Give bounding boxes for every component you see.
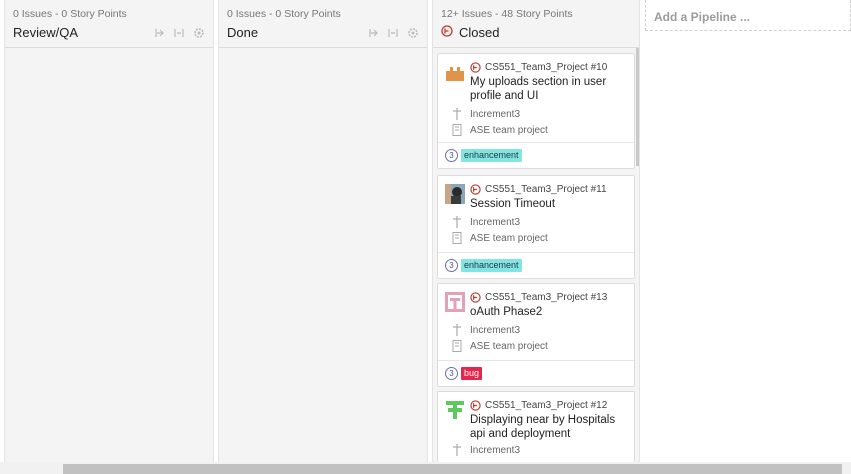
epic-row: ASE team project — [450, 230, 628, 246]
card-footer: 3 enhancement — [438, 142, 634, 168]
issue-number[interactable]: CS551_Team3_Project #12 — [485, 400, 607, 411]
issue-number[interactable]: CS551_Team3_Project #10 — [485, 62, 607, 73]
milestone-row: Increment3 — [450, 442, 628, 458]
photo-avatar-icon — [445, 184, 465, 204]
label-bug[interactable]: bug — [461, 367, 483, 380]
milestone-label: Increment3 — [470, 108, 521, 120]
gear-icon[interactable] — [407, 27, 419, 39]
green-identicon-icon — [445, 400, 465, 420]
milestone-label: Increment3 — [470, 216, 521, 228]
collapse-icon[interactable] — [367, 27, 379, 39]
pipeline-review-qa: 0 Issues - 0 Story Points Review/QA — [4, 0, 214, 462]
label-enhancement[interactable]: enhancement — [461, 259, 522, 272]
collapse-icon[interactable] — [153, 27, 165, 39]
milestone-icon — [450, 444, 464, 456]
epic-row: ASE team project — [450, 122, 628, 138]
issue-number[interactable]: CS551_Team3_Project #13 — [485, 292, 607, 303]
add-pipeline-button[interactable]: Add a Pipeline ... — [645, 0, 851, 31]
pipeline-meta: 0 Issues - 0 Story Points — [227, 8, 341, 20]
issue-title[interactable]: Session Timeout — [470, 197, 628, 211]
issue-title[interactable]: My uploads section in user profile and U… — [470, 75, 628, 103]
collapse-all-icon[interactable] — [387, 27, 399, 39]
pipeline-title: Closed — [459, 25, 500, 40]
pipeline-title: Done — [227, 25, 259, 40]
gear-icon[interactable] — [193, 27, 205, 39]
card-footer: 3 enhancement — [438, 252, 634, 278]
closed-issue-icon — [470, 61, 481, 73]
epic-row: ASE team project — [450, 338, 628, 354]
issue-title[interactable]: oAuth Phase2 — [470, 305, 628, 319]
pink-identicon-icon — [445, 292, 465, 312]
milestone-label: Increment3 — [470, 444, 521, 456]
story-points-badge: 3 — [445, 259, 458, 272]
issue-card[interactable]: CS551_Team3_Project #10 My uploads secti… — [437, 53, 635, 169]
epic-icon — [450, 124, 464, 136]
pipeline-done: 0 Issues - 0 Story Points Done — [218, 0, 428, 462]
closed-issue-icon — [470, 183, 481, 195]
epic-icon — [450, 340, 464, 352]
pipeline-header: 0 Issues - 0 Story Points Review/QA — [5, 0, 213, 48]
milestone-icon — [450, 216, 464, 228]
issue-card[interactable]: CS551_Team3_Project #12 Displaying near … — [437, 391, 635, 462]
label-enhancement[interactable]: enhancement — [461, 149, 522, 162]
pipeline-header: 12+ Issues - 48 Story Points Closed — [433, 0, 639, 48]
issue-number[interactable]: CS551_Team3_Project #11 — [485, 184, 607, 195]
pipeline-title: Review/QA — [13, 25, 79, 40]
milestone-row: Increment3 — [450, 322, 628, 338]
pipeline-meta: 12+ Issues - 48 Story Points — [441, 8, 573, 20]
issue-card[interactable]: CS551_Team3_Project #13 oAuth Phase2 Inc… — [437, 283, 635, 387]
milestone-row: Increment3 — [450, 106, 628, 122]
milestone-icon — [450, 108, 464, 120]
milestone-icon — [450, 324, 464, 336]
closed-issue-icon — [441, 24, 453, 42]
epic-icon — [450, 232, 464, 244]
story-points-badge: 3 — [445, 149, 458, 162]
horizontal-scrollbar-thumb[interactable] — [63, 464, 842, 474]
epic-label: ASE team project — [470, 124, 548, 136]
card-footer: 3 bug — [438, 360, 634, 386]
milestone-row: Increment3 — [450, 214, 628, 230]
issue-card[interactable]: CS551_Team3_Project #11 Session Timeout … — [437, 175, 635, 279]
pipeline-scrollbar[interactable] — [636, 48, 639, 166]
board: 0 Issues - 0 Story Points Review/QA 0 Is… — [0, 0, 851, 474]
milestone-label: Increment3 — [470, 324, 521, 336]
closed-issue-icon — [470, 399, 481, 411]
epic-label: ASE team project — [470, 340, 548, 352]
epic-label: ASE team project — [470, 232, 548, 244]
story-points-badge: 3 — [445, 367, 458, 380]
issue-title[interactable]: Displaying near by Hospitals api and dep… — [470, 413, 628, 441]
pipeline-meta: 0 Issues - 0 Story Points — [13, 8, 127, 20]
castle-identicon-icon — [445, 62, 465, 82]
collapse-all-icon[interactable] — [173, 27, 185, 39]
closed-issue-icon — [470, 291, 481, 303]
pipeline-header: 0 Issues - 0 Story Points Done — [219, 0, 427, 48]
